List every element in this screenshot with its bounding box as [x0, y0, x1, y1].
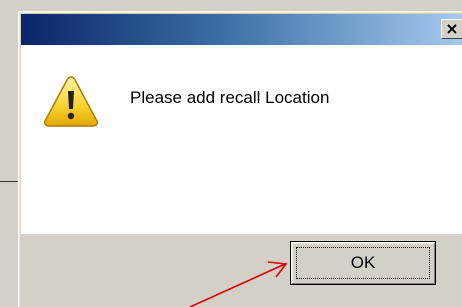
warning-icon	[44, 76, 98, 127]
background-window-line	[0, 181, 18, 182]
dialog-message: Please add recall Location	[130, 88, 330, 107]
dialog-content	[21, 45, 462, 234]
close-icon: ×	[445, 19, 459, 38]
background-window	[0, 0, 18, 307]
dialog-titlebar[interactable]: ×	[21, 14, 462, 45]
ok-button[interactable]: OK	[290, 241, 436, 285]
screen: × Please add recall Location OK	[0, 0, 462, 307]
ok-button-label: OK	[350, 253, 376, 272]
close-button[interactable]: ×	[441, 19, 462, 39]
